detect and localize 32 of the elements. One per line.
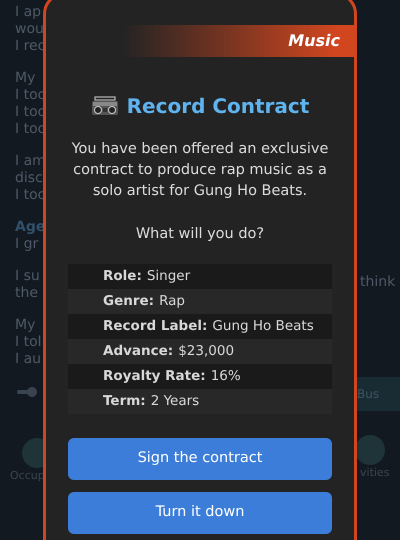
feed-text: the [15, 285, 38, 302]
detail-value: Singer [146, 267, 190, 286]
detail-value: 2 Years [150, 392, 200, 412]
feed-text: I au [15, 351, 42, 368]
detail-label: Term: [103, 392, 146, 412]
feed-text: wou [15, 21, 44, 38]
message-text: You have been offered an exclusive contract to produce rap music as a solo artist for Gung Ho Beats. [70, 140, 330, 201]
feed-text: I su [15, 268, 40, 285]
feed-text: disc [15, 170, 43, 187]
toggle-icon[interactable] [17, 386, 39, 398]
feed-text: My [15, 317, 36, 334]
feed-text: My [15, 70, 36, 87]
detail-value: 16% [210, 367, 241, 386]
detail-label: Record Label: [103, 317, 208, 336]
detail-label: Advance: [103, 342, 174, 362]
detail-label: Royalty Rate: [103, 367, 206, 386]
detail-value: $23,000 [178, 342, 234, 362]
boombox-icon [90, 96, 119, 116]
feed-text: I gr [15, 236, 38, 253]
detail-value: Rap [159, 292, 185, 312]
feed-text: I ap [15, 4, 42, 21]
detail-label: Role: [103, 267, 142, 286]
detail-label: Genre: [103, 292, 154, 312]
feed-text: I tol [15, 334, 42, 351]
modal-title: Record Contract [126, 93, 310, 120]
question-text: What will you do? [134, 225, 266, 244]
choice-button[interactable]: Sign the contract [68, 438, 332, 480]
choice-button[interactable]: Turn it down [68, 492, 332, 534]
feed-text: think [360, 274, 396, 291]
section-heading: Age [15, 219, 46, 236]
detail-value: Gung Ho Beats [212, 317, 314, 336]
category-label: Music [288, 30, 340, 52]
